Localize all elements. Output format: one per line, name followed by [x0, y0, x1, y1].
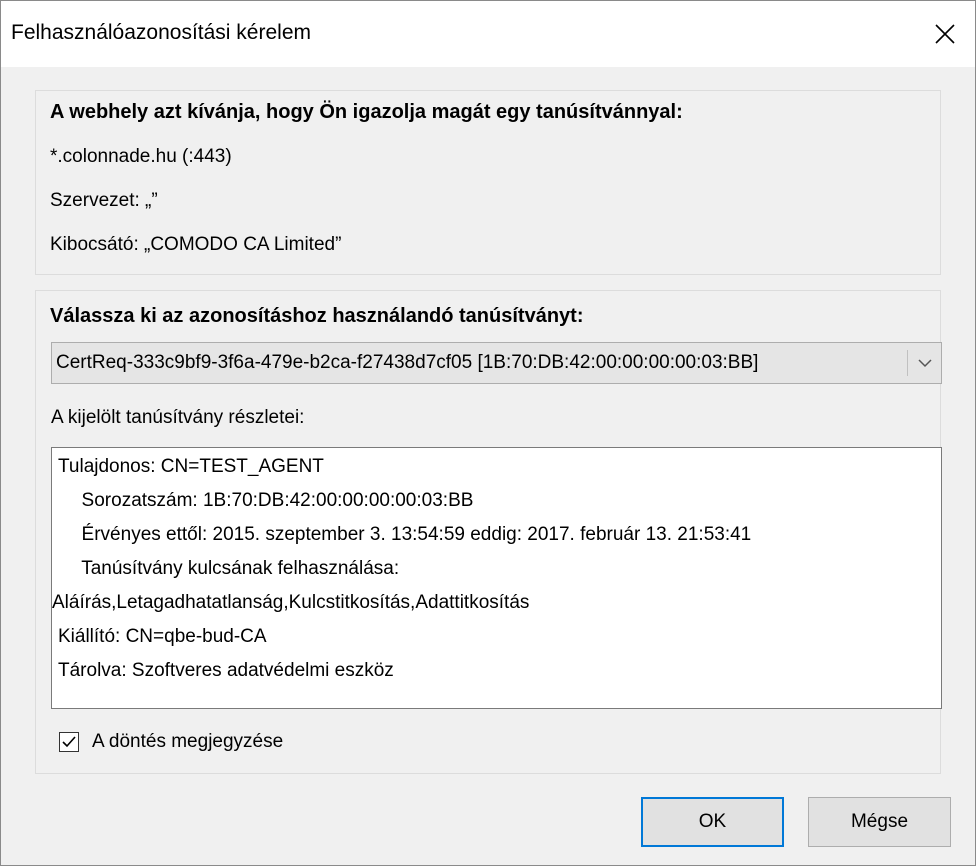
cancel-button[interactable]: Mégse — [808, 797, 951, 847]
chevron-down-icon — [918, 359, 932, 368]
site-info-group: A webhely azt kívánja, hogy Ön igazolja … — [35, 90, 941, 275]
close-icon — [935, 24, 955, 44]
certificate-heading: Válassza ki az azonosításhoz használandó… — [50, 305, 584, 327]
certificate-select-value: CertReq-333c9bf9-3f6a-479e-b2ca-f27438d7… — [56, 352, 759, 373]
site-organization: Szervezet: „” — [50, 190, 158, 211]
dialog: Felhasználóazonosítási kérelem A webhely… — [0, 0, 976, 866]
select-divider — [907, 350, 908, 376]
details-line: Tulajdonos: CN=TEST_AGENT — [58, 456, 324, 477]
certificate-group: Válassza ki az azonosításhoz használandó… — [35, 290, 942, 774]
checkmark-icon — [62, 736, 76, 748]
site-info-heading: A webhely azt kívánja, hogy Ön igazolja … — [50, 101, 683, 123]
window-title: Felhasználóazonosítási kérelem — [11, 21, 311, 44]
site-issuer: Kibocsátó: „COMODO CA Limited” — [50, 234, 342, 255]
details-line: Kiállító: CN=qbe-bud-CA — [58, 626, 267, 647]
certificate-select[interactable]: CertReq-333c9bf9-3f6a-479e-b2ca-f27438d7… — [51, 342, 942, 384]
ok-button[interactable]: OK — [641, 797, 784, 847]
close-button[interactable] — [915, 1, 975, 67]
certificate-details-box[interactable]: Tulajdonos: CN=TEST_AGENT Sorozatszám: 1… — [51, 447, 942, 709]
site-host: *.colonnade.hu (:443) — [50, 146, 232, 167]
title-bar: Felhasználóazonosítási kérelem — [1, 1, 975, 67]
details-line: Aláírás,Letagadhatatlanság,Kulcstitkosít… — [52, 592, 530, 613]
remember-checkbox[interactable] — [59, 732, 79, 752]
remember-label[interactable]: A döntés megjegyzése — [92, 731, 283, 753]
details-line: Tárolva: Szoftveres adatvédelmi eszköz — [58, 660, 394, 681]
details-line: Érvényes ettől: 2015. szeptember 3. 13:5… — [71, 524, 752, 545]
details-line: Sorozatszám: 1B:70:DB:42:00:00:00:00:03:… — [71, 490, 474, 511]
details-line: Tanúsítvány kulcsának felhasználása: — [71, 558, 400, 579]
details-label: A kijelölt tanúsítvány részletei: — [51, 407, 305, 428]
